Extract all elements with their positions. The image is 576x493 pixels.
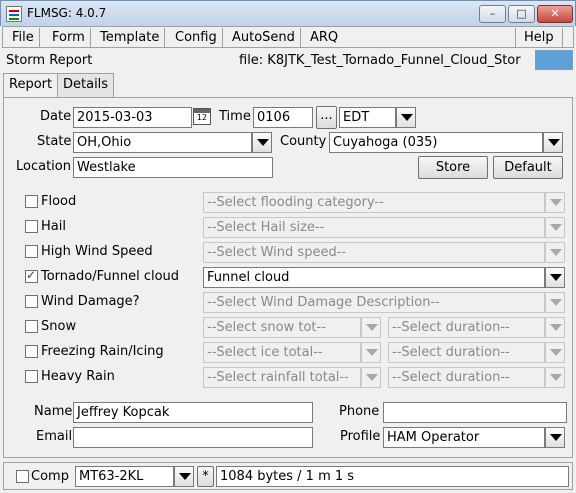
tornado-type-select[interactable]: Funnel cloud: [203, 267, 545, 288]
time-label: Time: [219, 109, 251, 124]
modem-field[interactable]: MT63-2KL: [75, 466, 174, 487]
tornado-dropdown-icon[interactable]: [545, 267, 565, 288]
wind-damage-dropdown-icon[interactable]: [545, 292, 565, 313]
tab-details[interactable]: Details: [57, 73, 115, 97]
ice-duration-dropdown-icon[interactable]: [545, 342, 565, 363]
store-button[interactable]: Store: [418, 156, 488, 179]
profile-dropdown-icon[interactable]: [545, 427, 565, 448]
time-field[interactable]: 0106: [253, 107, 313, 128]
ice-total-select[interactable]: --Select ice total--: [203, 342, 361, 363]
calendar-icon[interactable]: 12: [193, 108, 211, 125]
state-field[interactable]: OH,Ohio: [73, 132, 252, 153]
menu-help[interactable]: Help: [515, 28, 563, 47]
hail-checkbox[interactable]: [25, 220, 38, 233]
wind-damage-checkbox[interactable]: [25, 295, 38, 308]
modem-dropdown-icon[interactable]: [174, 466, 194, 487]
form-title: Storm Report: [6, 53, 93, 68]
snow-total-select[interactable]: --Select snow tot--: [203, 317, 361, 338]
high-wind-checkbox[interactable]: [25, 245, 38, 258]
time-now-button[interactable]: ...: [316, 106, 337, 129]
rain-duration-dropdown-icon[interactable]: [545, 367, 565, 388]
county-dropdown-icon[interactable]: [543, 132, 563, 153]
flood-dropdown-icon[interactable]: [545, 192, 565, 213]
menu-bar: File Form Template Config AutoSend ARQ H…: [2, 26, 574, 48]
date-label: Date: [40, 109, 72, 124]
tab-report[interactable]: Report: [3, 73, 59, 98]
tornado-checkbox[interactable]: [25, 268, 38, 283]
location-field[interactable]: Westlake: [73, 157, 273, 178]
flood-label: Flood: [41, 194, 77, 209]
rainfall-total-dropdown-icon[interactable]: [361, 367, 381, 388]
wind-speed-select[interactable]: --Select Wind speed--: [203, 242, 545, 263]
timezone-field[interactable]: EDT: [339, 107, 396, 128]
name-label: Name: [34, 404, 73, 419]
location-label: Location: [16, 159, 71, 174]
menu-config[interactable]: Config: [170, 28, 223, 47]
menu-file[interactable]: File: [7, 28, 40, 47]
menu-template[interactable]: Template: [95, 28, 166, 47]
profile-field[interactable]: HAM Operator: [383, 427, 545, 448]
transfer-size-display: 1084 bytes / 1 m 1 s: [216, 466, 569, 487]
wind-speed-dropdown-icon[interactable]: [545, 242, 565, 263]
rainfall-total-select[interactable]: --Select rainfall total--: [203, 367, 361, 388]
phone-label: Phone: [339, 404, 380, 419]
minimize-button[interactable]: –: [479, 5, 506, 23]
timezone-dropdown-icon[interactable]: [396, 107, 416, 128]
wind-damage-label: Wind Damage?: [41, 294, 140, 309]
name-field[interactable]: Jeffrey Kopcak: [73, 402, 313, 423]
menu-autosend[interactable]: AutoSend: [227, 28, 301, 47]
hail-dropdown-icon[interactable]: [545, 217, 565, 238]
profile-label: Profile: [340, 429, 381, 444]
snow-label: Snow: [41, 319, 77, 334]
county-field[interactable]: Cuyahoga (035): [329, 132, 543, 153]
menu-arq[interactable]: ARQ: [305, 28, 343, 47]
maximize-button[interactable]: □: [508, 5, 535, 23]
calendar-day: 12: [196, 113, 208, 122]
comp-label: Comp: [31, 469, 69, 484]
heavy-rain-label: Heavy Rain: [41, 369, 115, 384]
flood-checkbox[interactable]: [25, 195, 38, 208]
date-field[interactable]: 2015-03-03: [73, 107, 192, 128]
state-label: State: [37, 134, 72, 149]
ice-total-dropdown-icon[interactable]: [361, 342, 381, 363]
file-status-swatch: [535, 50, 573, 70]
title-bar[interactable]: FLMSG: 4.0.7 – □ ✕: [0, 0, 576, 26]
freezing-rain-checkbox[interactable]: [25, 345, 38, 358]
window-title: FLMSG: 4.0.7: [27, 6, 107, 20]
high-wind-label: High Wind Speed: [41, 244, 153, 259]
phone-field[interactable]: [383, 402, 567, 423]
app-icon: [6, 6, 22, 22]
email-field[interactable]: [73, 427, 313, 448]
default-button[interactable]: Default: [493, 156, 563, 179]
county-label: County: [280, 134, 327, 149]
menu-form[interactable]: Form: [47, 28, 91, 47]
rain-duration-select[interactable]: --Select duration--: [388, 367, 545, 388]
ice-duration-select[interactable]: --Select duration--: [388, 342, 545, 363]
snow-total-dropdown-icon[interactable]: [361, 317, 381, 338]
wind-damage-select[interactable]: --Select Wind Damage Description--: [203, 292, 545, 313]
close-button[interactable]: ✕: [537, 5, 573, 23]
snow-duration-select[interactable]: --Select duration--: [388, 317, 545, 338]
freezing-rain-label: Freezing Rain/Icing: [41, 344, 164, 359]
hail-label: Hail: [41, 219, 66, 234]
flood-category-select[interactable]: --Select flooding category--: [203, 192, 545, 213]
state-dropdown-icon[interactable]: [252, 132, 272, 153]
file-name-label: file: K8JTK_Test_Tornado_Funnel_Cloud_St…: [239, 53, 521, 68]
heavy-rain-checkbox[interactable]: [25, 370, 38, 383]
hail-size-select[interactable]: --Select Hail size--: [203, 217, 545, 238]
comp-checkbox[interactable]: [16, 470, 29, 483]
star-button[interactable]: *: [197, 466, 214, 487]
snow-duration-dropdown-icon[interactable]: [545, 317, 565, 338]
snow-checkbox[interactable]: [25, 320, 38, 333]
email-label: Email: [36, 429, 73, 444]
tornado-label: Tornado/Funnel cloud: [41, 269, 180, 284]
